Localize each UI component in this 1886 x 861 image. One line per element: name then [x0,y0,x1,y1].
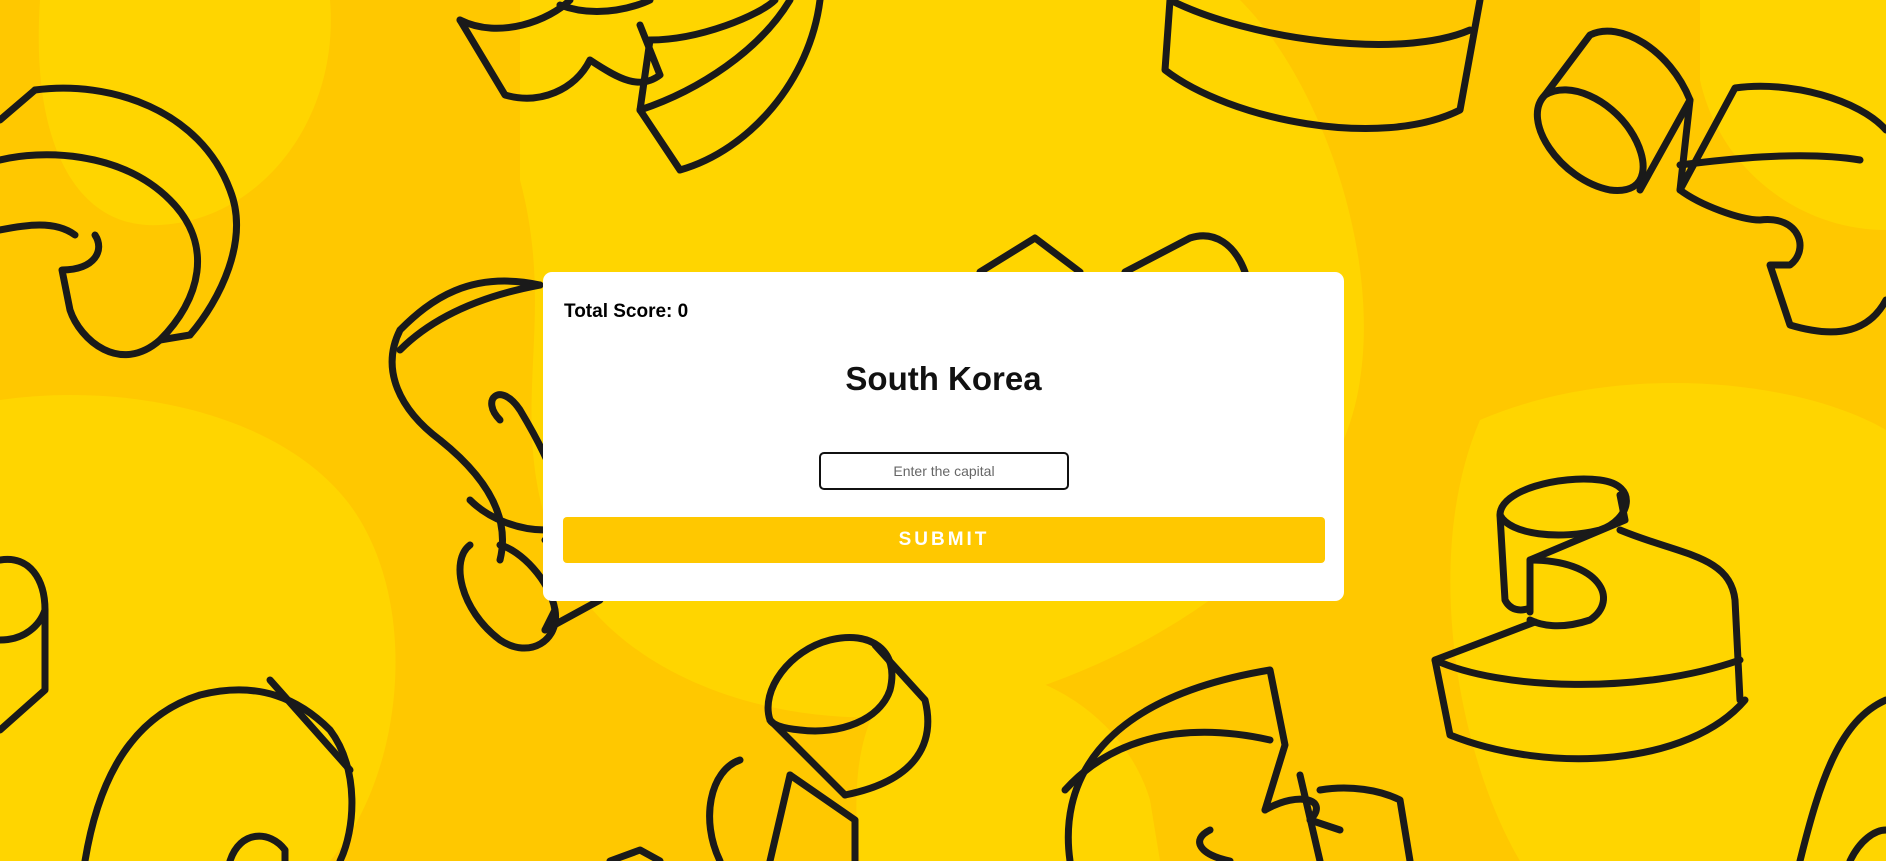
quiz-card: Total Score: 0 South Korea SUBMIT [543,272,1344,601]
country-name: South Korea [845,360,1042,397]
quiz-page: Total Score: 0 South Korea SUBMIT [0,0,1886,861]
submit-button[interactable]: SUBMIT [563,517,1325,563]
total-score: Total Score: 0 [564,301,689,322]
capital-input[interactable] [819,452,1069,490]
